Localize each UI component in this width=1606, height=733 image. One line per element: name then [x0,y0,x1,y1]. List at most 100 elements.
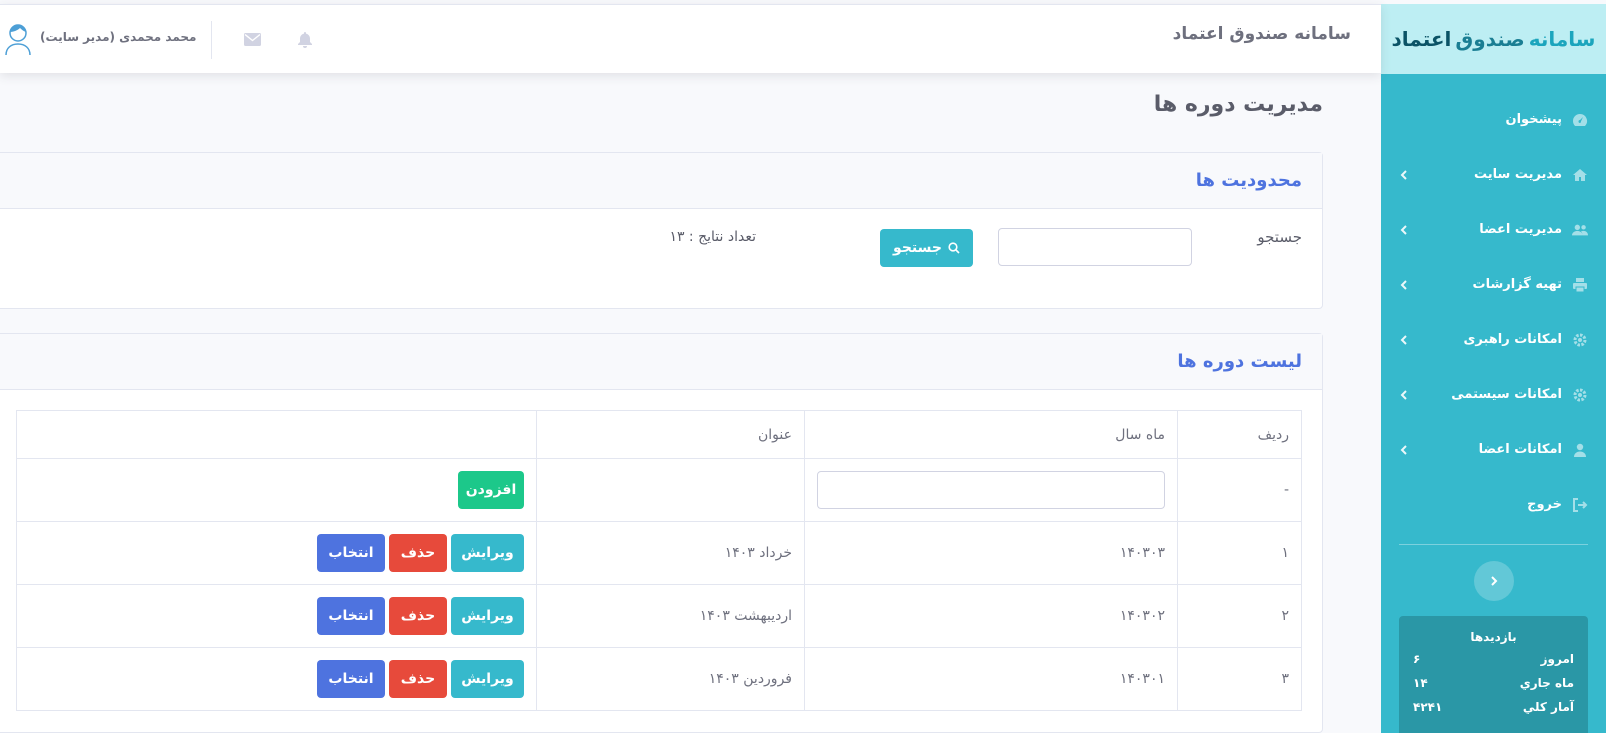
row-index: ۳ [1177,647,1302,711]
visits-row: ماه جاري ۱۴ [1413,676,1574,700]
print-icon [1572,277,1588,293]
sidebar-item-reports[interactable]: تهیه گزارشات [1381,257,1606,312]
chevron-left-icon [1400,224,1407,235]
select-button[interactable]: انتخاب [317,534,385,572]
envelope-icon[interactable] [244,33,261,46]
sidebar-item-dashboard[interactable]: پیشخوان [1381,92,1606,147]
filters-card: محدودیت ها جستجو جستجو تعداد نتایج : ۱۳ [0,152,1323,309]
sidebar-nav: پیشخوان مدیریت سایت مدیریت اعضا تهیه گزا… [1381,92,1606,532]
users-icon [1572,222,1588,238]
list-header: لیست دوره ها [0,334,1322,390]
topbar-divider [211,21,212,59]
periods-table: ردیف ماه سال عنوان - افزودن ۱ ۱۴۰۳۰۳ خرد… [16,410,1302,711]
user-icon [1572,442,1588,458]
chevron-left-icon [1400,389,1407,400]
chevron-left-icon [1400,334,1407,345]
sidebar-item-label: امکانات سیستمی [1451,387,1562,402]
row-title: اردیبهشت ۱۴۰۳ [536,584,805,648]
visits-value: ۶ [1413,652,1421,666]
sidebar-item-label: تهیه گزارشات [1472,277,1563,292]
app-title: سامانه صندوق اعتماد [1172,24,1351,44]
chevron-right-icon [1491,576,1498,586]
month-input[interactable] [817,471,1165,509]
edit-button[interactable]: ویرایش [451,534,524,572]
search-button[interactable]: جستجو [880,229,973,267]
home-icon [1572,167,1588,183]
list-card: لیست دوره ها ردیف ماه سال عنوان - افزودن [0,333,1323,733]
edit-button[interactable]: ویرایش [451,597,524,635]
row-index: ۱ [1177,521,1302,585]
sidebar-item-member-tools[interactable]: امکانات اعضا [1381,422,1606,477]
new-row-index: - [1177,458,1302,522]
visits-row: آمار كلي ۴۲۴۱ [1413,700,1574,724]
visits-value: ۴۲۴۱ [1413,700,1443,714]
select-button[interactable]: انتخاب [317,597,385,635]
visits-label: ماه جاري [1519,676,1574,690]
topbar: سامانه صندوق اعتماد محمد محمدی (مدیر سای… [0,4,1381,73]
search-input[interactable] [998,228,1192,266]
chevron-left-icon [1400,444,1407,455]
sidebar-item-system-tools[interactable]: امکانات سیستمی [1381,367,1606,422]
row-month: ۱۴۰۳۰۳ [804,521,1178,585]
chevron-left-icon [1400,279,1407,290]
brand-word-2: صندوق [1455,27,1525,51]
row-actions: ویرایشحذفانتخاب [16,584,537,648]
visits-value: ۱۴ [1413,676,1428,690]
result-count: تعداد نتایج : ۱۳ [669,229,756,245]
select-button[interactable]: انتخاب [317,660,385,698]
table-row: ۱ ۱۴۰۳۰۳ خرداد ۱۴۰۳ ویرایشحذفانتخاب [16,521,1302,585]
delete-button[interactable]: حذف [389,660,447,698]
row-index: ۲ [1177,584,1302,648]
sidebar-item-label: امکانات راهبری [1463,332,1562,347]
sidebar-item-member-management[interactable]: مدیریت اعضا [1381,202,1606,257]
chevron-left-icon [1400,169,1407,180]
sidebar-item-admin-tools[interactable]: امکانات راهبری [1381,312,1606,367]
row-actions: ویرایشحذفانتخاب [16,647,537,711]
page-title: مدیریت دوره ها [1153,92,1323,117]
user-name[interactable]: محمد محمدی (مدیر سایت) [40,30,196,44]
brand-word-3: اعتماد [1391,27,1452,51]
column-header-index: ردیف [1177,410,1302,459]
search-icon [948,242,960,254]
bell-icon[interactable] [298,32,312,48]
visits-row: امروز ۶ [1413,652,1574,676]
row-month: ۱۴۰۳۰۲ [804,584,1178,648]
edit-button[interactable]: ویرایش [451,660,524,698]
table-row: ۳ ۱۴۰۳۰۱ فروردین ۱۴۰۳ ویرایشحذفانتخاب [16,647,1302,711]
search-label: جستجو [1257,228,1302,246]
avatar[interactable] [4,22,32,56]
row-title: خرداد ۱۴۰۳ [536,521,805,585]
table-header-row: ردیف ماه سال عنوان [16,410,1302,459]
gear-icon [1572,387,1588,403]
sidebar-item-label: مدیریت سایت [1473,167,1562,182]
visits-label: امروز [1540,652,1574,666]
search-button-label: جستجو [893,240,942,256]
new-row-month-cell [804,458,1178,522]
delete-button[interactable]: حذف [389,534,447,572]
column-header-month: ماه سال [804,410,1178,459]
sidebar-item-label: پیشخوان [1505,112,1563,127]
add-button[interactable]: افزودن [458,471,524,509]
sidebar-toggle-button[interactable] [1474,561,1514,601]
sidebar-item-label: مدیریت اعضا [1479,222,1562,237]
sidebar-item-label: امکانات اعضا [1478,442,1562,457]
brand-logo[interactable]: سامانه صندوق اعتماد [1381,4,1606,74]
sidebar-item-logout[interactable]: خروج [1381,477,1606,532]
sidebar: سامانه صندوق اعتماد پیشخوان مدیریت سایت … [1381,4,1606,733]
sidebar-item-label: خروج [1527,497,1562,512]
column-header-title: عنوان [536,410,805,459]
new-row-actions: افزودن [16,458,537,522]
row-month: ۱۴۰۳۰۱ [804,647,1178,711]
filters-header: محدودیت ها [0,153,1322,209]
dashboard-icon [1572,112,1588,128]
visits-panel: بازدیدها امروز ۶ ماه جاري ۱۴ آمار كلي ۴۲… [1399,616,1588,733]
delete-button[interactable]: حذف [389,597,447,635]
column-header-actions [16,410,537,459]
row-title: فروردین ۱۴۰۳ [536,647,805,711]
logout-icon [1572,497,1588,513]
row-actions: ویرایشحذفانتخاب [16,521,537,585]
table-row: ۲ ۱۴۰۳۰۲ اردیبهشت ۱۴۰۳ ویرایشحذفانتخاب [16,584,1302,648]
sidebar-item-site-management[interactable]: مدیریت سایت [1381,147,1606,202]
visits-title: بازدیدها [1470,630,1517,644]
sidebar-divider [1399,544,1588,545]
